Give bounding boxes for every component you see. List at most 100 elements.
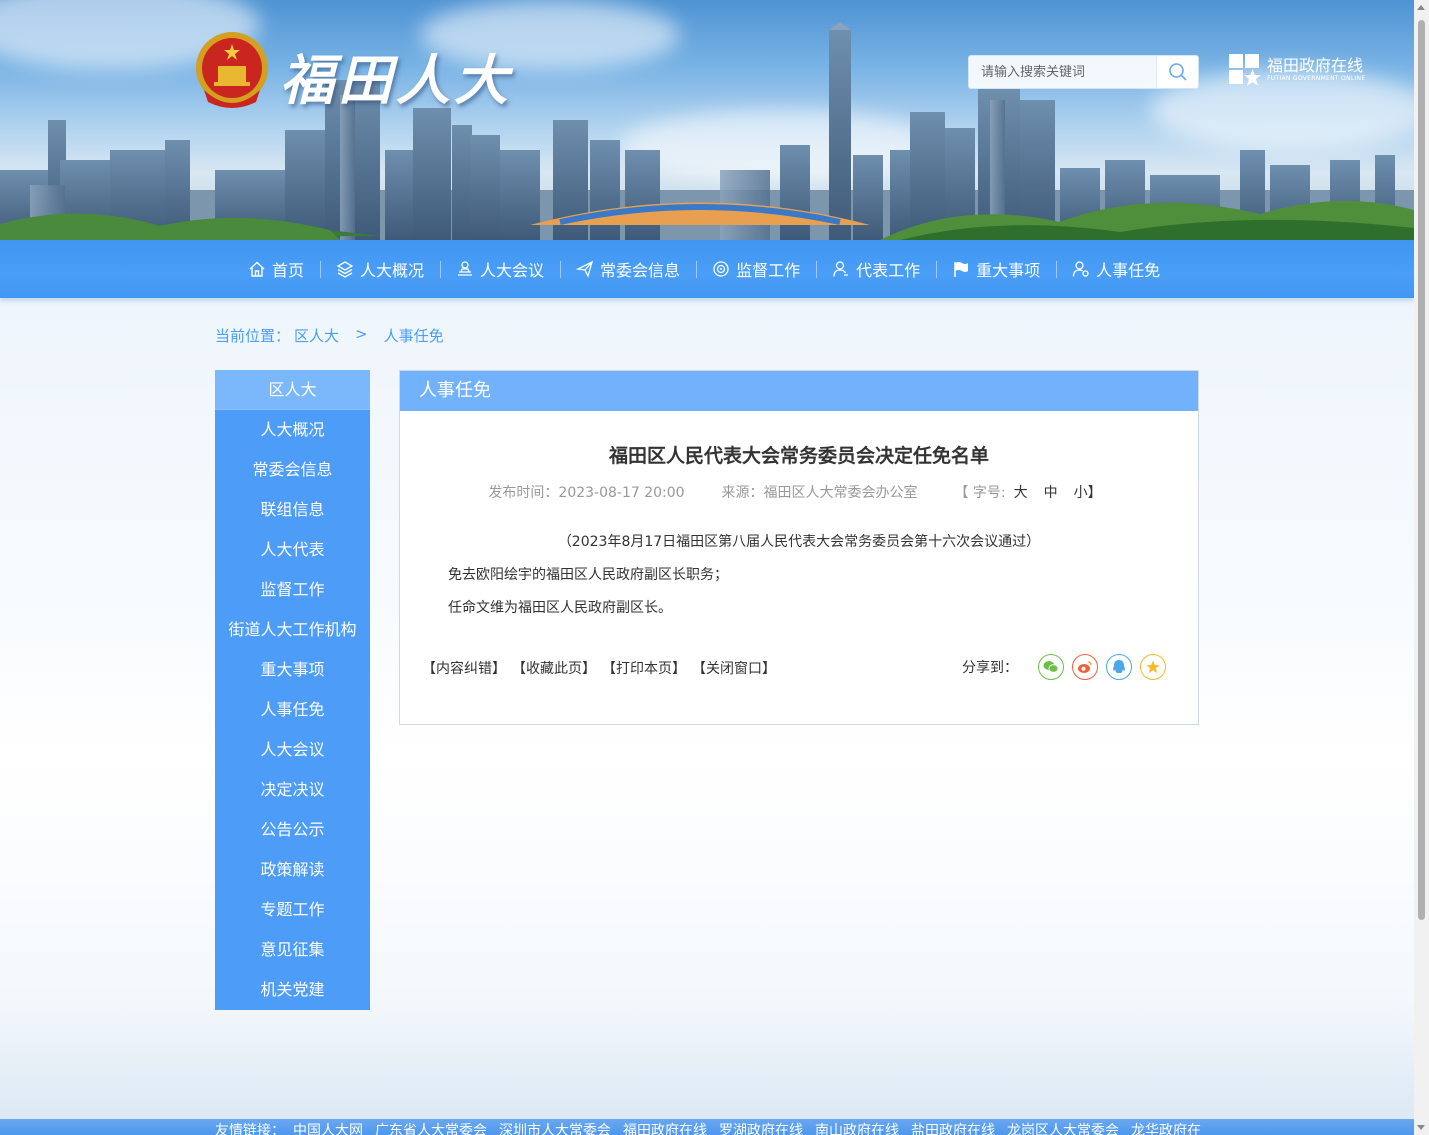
footer-links-bar: 友情链接： 中国人大网 广东省人大常委会 深圳市人大常委会 福田政府在线 罗湖政… (0, 1119, 1414, 1135)
gov-online-link[interactable]: 福田政府在线 FUTIAN GOVERNMENT ONLINE (1229, 54, 1365, 86)
share-weibo-button[interactable] (1072, 654, 1098, 680)
article-note: （2023年8月17日福田区第八届人民代表大会常务委员会第十六次会议通过） (557, 534, 1041, 550)
font-size-large-button[interactable]: 大 (1014, 485, 1028, 501)
font-size-small-button[interactable]: 小】 (1074, 485, 1102, 501)
home-icon (249, 261, 265, 277)
article-body: （2023年8月17日福田区第八届人民代表大会常务委员会第十六次会议通过） 免去… (400, 531, 1198, 617)
sidebar: 区人大 人大概况 常委会信息 联组信息 人大代表 监督工作 街道人大工作机构 重… (215, 370, 370, 1010)
sidebar-item-street-agencies[interactable]: 街道人大工作机构 (215, 610, 370, 650)
sidebar-item-major-matters[interactable]: 重大事项 (215, 650, 370, 690)
nav-item-label: 重大事项 (976, 261, 1041, 280)
user-icon (833, 261, 849, 277)
footer-link[interactable]: 龙华政府在 (1131, 1120, 1201, 1135)
print-link[interactable]: 【打印本页】 (602, 658, 686, 678)
scrollbar-thumb[interactable] (1418, 20, 1425, 920)
flag-icon (954, 262, 969, 277)
sidebar-item-supervision[interactable]: 监督工作 (215, 570, 370, 610)
site-logo-text: 福田人大 (280, 48, 512, 112)
footer-link[interactable]: 深圳市人大常委会 (499, 1120, 611, 1135)
bookmark-link[interactable]: 【收藏此页】 (512, 658, 596, 678)
sidebar-item-meeting[interactable]: 人大会议 (215, 730, 370, 770)
wechat-icon (1043, 661, 1059, 673)
nav-item-overview[interactable]: 人大概况 (320, 240, 440, 298)
scroll-down-arrow-icon[interactable] (1417, 1125, 1425, 1130)
breadcrumb: 当前位置： 区人大 > 人事任免 (215, 325, 444, 346)
nav-item-major-matters[interactable]: 重大事项 (936, 240, 1056, 298)
sidebar-item-personnel[interactable]: 人事任免 (215, 690, 370, 730)
breadcrumb-link-personnel[interactable]: 人事任免 (384, 325, 444, 346)
eye-icon (713, 261, 729, 277)
nav-item-label: 常委会信息 (600, 261, 681, 280)
article-title: 福田区人民代表大会常务委员会决定任免名单 (608, 445, 989, 467)
national-emblem-logo (196, 32, 268, 108)
nav-item-label: 代表工作 (856, 261, 921, 280)
nav-item-supervision[interactable]: 监督工作 (696, 240, 816, 298)
send-icon (576, 260, 594, 278)
sidebar-item-party-building[interactable]: 机关党建 (215, 970, 370, 1010)
gov-online-logo-icon (1229, 54, 1261, 86)
nav-item-label: 监督工作 (736, 261, 801, 280)
footer-link[interactable]: 南山政府在线 (815, 1120, 899, 1135)
nav-item-label: 人大会议 (480, 261, 545, 280)
article-paragraph: 免去欧阳绘宇的福田区人民政府副区长职务； (448, 567, 728, 583)
article-meta: 发布时间：2023-08-17 20:00 来源：福田区人大常委会办公室 【 字… (400, 482, 1198, 502)
nav-item-personnel[interactable]: 人事任免 (1056, 240, 1176, 298)
meeting-icon (458, 261, 473, 276)
share-wechat-button[interactable] (1038, 654, 1064, 680)
weibo-icon (1078, 661, 1092, 673)
footer-link[interactable]: 盐田政府在线 (911, 1120, 995, 1135)
footer-link[interactable]: 中国人大网 (293, 1120, 363, 1135)
sidebar-title[interactable]: 区人大 (215, 370, 370, 410)
nav-item-label: 人事任免 (1096, 261, 1161, 280)
font-size-label: 【 字号: (954, 485, 1006, 501)
font-size-medium-button[interactable]: 中 (1044, 485, 1058, 501)
footer-link[interactable]: 福田政府在线 (623, 1120, 707, 1135)
qq-icon (1113, 660, 1125, 673)
sidebar-item-opinions[interactable]: 意见征集 (215, 930, 370, 970)
sidebar-item-announcements[interactable]: 公告公示 (215, 810, 370, 850)
breadcrumb-link-district-npc[interactable]: 区人大 (294, 325, 339, 346)
search-button[interactable] (1156, 56, 1198, 88)
publish-time: 2023-08-17 20:00 (558, 485, 685, 501)
search-box (968, 55, 1199, 89)
page-scrollbar[interactable] (1414, 0, 1429, 1135)
share-qq-button[interactable] (1106, 654, 1132, 680)
search-icon (1168, 63, 1187, 81)
footer-link[interactable]: 龙岗区人大常委会 (1007, 1120, 1119, 1135)
search-input[interactable] (969, 56, 1156, 88)
nav-item-label: 首页 (272, 261, 305, 280)
sidebar-item-special-work[interactable]: 专题工作 (215, 890, 370, 930)
sidebar-item-resolutions[interactable]: 决定决议 (215, 770, 370, 810)
section-title: 人事任免 (400, 371, 1198, 411)
layers-icon (336, 261, 354, 278)
sidebar-item-joint-group[interactable]: 联组信息 (215, 490, 370, 530)
source-label: 来源： (721, 485, 764, 501)
publish-label: 发布时间： (488, 485, 559, 501)
nav-item-meeting[interactable]: 人大会议 (440, 240, 560, 298)
nav-item-representatives[interactable]: 代表工作 (816, 240, 936, 298)
sidebar-item-overview[interactable]: 人大概况 (215, 410, 370, 450)
nav-item-label: 人大概况 (360, 261, 425, 280)
sidebar-item-policy[interactable]: 政策解读 (215, 850, 370, 890)
scroll-up-arrow-icon[interactable] (1417, 5, 1425, 10)
font-size-control: 【 字号: 大中小】 (954, 485, 1109, 501)
sidebar-item-representatives[interactable]: 人大代表 (215, 530, 370, 570)
article-panel: 人事任免 福田区人民代表大会常务委员会决定任免名单 发布时间：2023-08-1… (399, 370, 1199, 725)
report-error-link[interactable]: 【内容纠错】 (422, 658, 506, 678)
footer-link[interactable]: 广东省人大常委会 (375, 1120, 487, 1135)
nav-item-committee-info[interactable]: 常委会信息 (560, 240, 696, 298)
article-paragraph: 任命文维为福田区人民政府副区长。 (448, 600, 672, 616)
share-favorite-button[interactable] (1140, 654, 1166, 680)
close-window-link[interactable]: 【关闭窗口】 (692, 658, 776, 678)
share-bar: 分享到： (962, 654, 1166, 680)
breadcrumb-prefix: 当前位置： (215, 327, 291, 345)
main-nav: 首页 人大概况 人大会议 常委会信息 监督工作 代表工作 重大事项 人事任免 (0, 240, 1414, 298)
user-setting-icon (1072, 261, 1089, 277)
source-value: 福田区人大常委会办公室 (763, 485, 918, 501)
footer-links-label: 友情链接： (215, 1123, 285, 1135)
sidebar-item-committee-info[interactable]: 常委会信息 (215, 450, 370, 490)
breadcrumb-separator: > (355, 325, 368, 343)
nav-item-home[interactable]: 首页 (232, 240, 320, 298)
footer-link[interactable]: 罗湖政府在线 (719, 1120, 803, 1135)
header-banner: 福田人大 福田政府在线 FUTIAN GOVERNMENT ONLINE (0, 0, 1414, 240)
